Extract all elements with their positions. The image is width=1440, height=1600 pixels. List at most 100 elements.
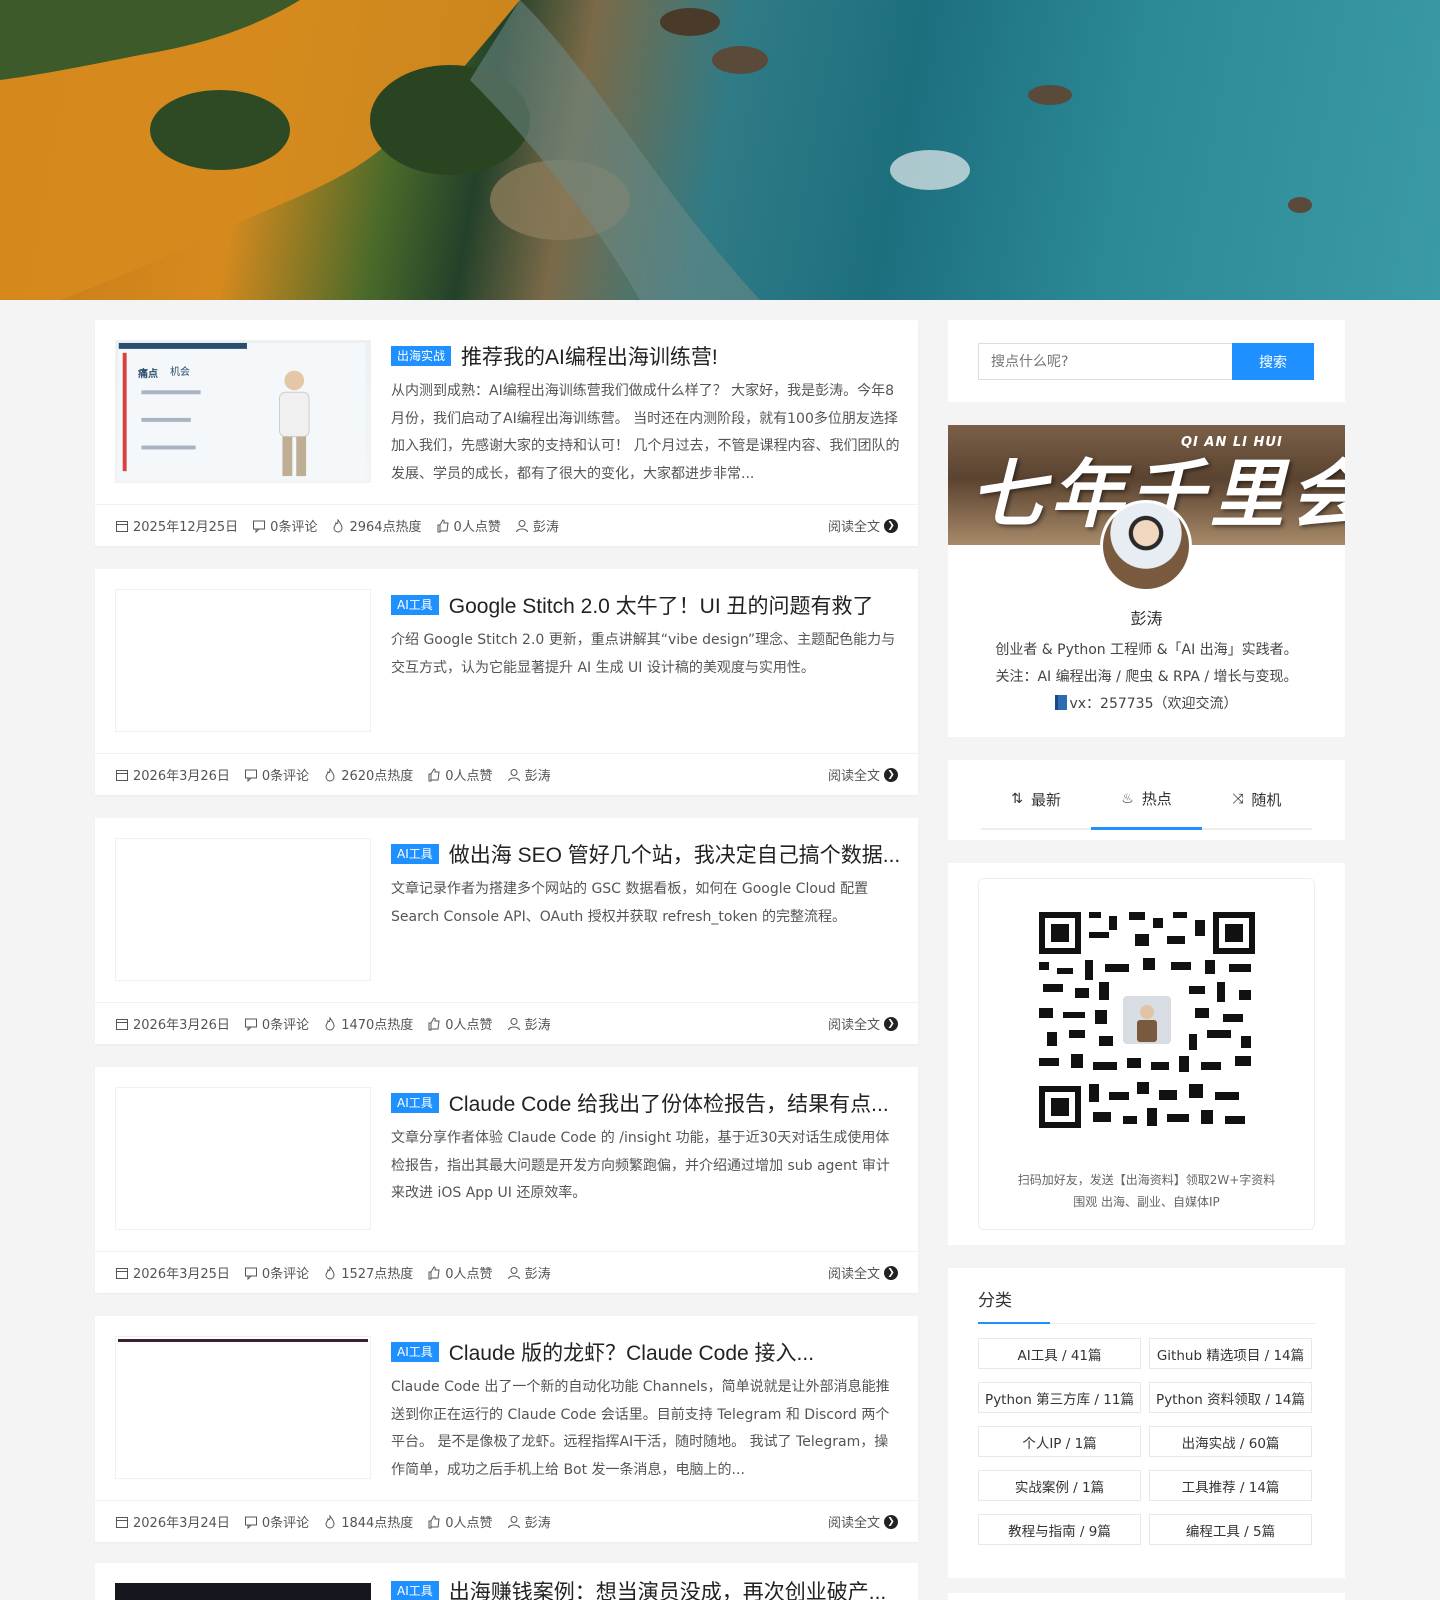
search-button[interactable]: 搜索	[1232, 343, 1314, 380]
avatar[interactable]	[1100, 500, 1192, 592]
read-more-link[interactable]: 阅读全文 ❯	[828, 1263, 898, 1282]
category-heading: 分类	[978, 1288, 1315, 1324]
read-more-link[interactable]: 阅读全文 ❯	[828, 765, 898, 784]
post-title[interactable]: 做出海 SEO 管好几个站，我决定自己搞个数据...	[449, 839, 901, 869]
category-link[interactable]: Python 资料领取 / 14篇	[1149, 1382, 1312, 1413]
post-excerpt: 文章记录作者为搭建多个网站的 GSC 数据看板，如何在 Google Cloud…	[391, 881, 869, 925]
tab-random[interactable]: ⤨ 随机	[1201, 770, 1312, 830]
post-likes[interactable]: 0人点赞	[427, 1263, 493, 1282]
post-hot: 1470点热度	[323, 1014, 413, 1033]
slide-photo	[118, 342, 366, 480]
post-comments[interactable]: 0条评论	[244, 1014, 309, 1033]
post-excerpt: 介绍 Google Stitch 2.0 更新，重点讲解其“vibe desig…	[391, 632, 896, 676]
post-title[interactable]: Claude Code 给我出了份体检报告，结果有点...	[449, 1088, 889, 1118]
post-hot: 2620点热度	[323, 765, 413, 784]
post-author[interactable]: 彭涛	[507, 765, 551, 784]
post-meta: 2026年3月25日 0条评论 1527点热度 0人点赞 彭涛 阅读全文 ❯	[95, 1251, 918, 1293]
post-comments[interactable]: 0条评论	[244, 1263, 309, 1282]
read-more-link[interactable]: 阅读全文 ❯	[828, 516, 898, 535]
comment-icon	[244, 1267, 257, 1280]
profile-description: 创业者 & Python 工程师 &「AI 出海」实践者。 关注：AI 编程出海…	[948, 637, 1345, 718]
calendar-icon	[116, 520, 128, 532]
category-tag[interactable]: AI工具	[391, 1342, 439, 1362]
sort-icon: ⇅	[1011, 791, 1024, 807]
post-hot: 1844点热度	[323, 1512, 413, 1531]
category-link[interactable]: 工具推荐 / 14篇	[1149, 1470, 1312, 1501]
tab-latest[interactable]: ⇅ 最新	[981, 770, 1092, 830]
read-more-link[interactable]: 阅读全文 ❯	[828, 1512, 898, 1531]
post-thumbnail[interactable]	[115, 1087, 371, 1230]
post-author[interactable]: 彭涛	[507, 1263, 551, 1282]
category-link[interactable]: AI工具 / 41篇	[978, 1338, 1141, 1369]
post-title[interactable]: Claude 版的龙虾？Claude Code 接入...	[449, 1337, 814, 1367]
post-author[interactable]: 彭涛	[507, 1014, 551, 1033]
post-excerpt: 文章分享作者体验 Claude Code 的 /insight 功能，基于近30…	[391, 1130, 890, 1201]
post-card[interactable]: AI工具 出海赚钱案例：想当演员没成，再次创业破产...	[95, 1563, 918, 1600]
banner-subtitle: QI AN LI HUI	[1181, 435, 1283, 450]
qr-code-image[interactable]	[1039, 912, 1255, 1128]
calendar-icon	[116, 1516, 128, 1528]
category-tag[interactable]: 出海实战	[391, 346, 452, 366]
category-link[interactable]: 个人IP / 1篇	[978, 1426, 1141, 1457]
post-comments[interactable]: 0条评论	[244, 765, 309, 784]
category-tag[interactable]: AI工具	[391, 1581, 439, 1600]
post-date: 2025年12月25日	[115, 516, 238, 535]
post-excerpt: Claude Code 出了一个新的自动化功能 Channels，简单说就是让外…	[391, 1379, 890, 1478]
sidebar: 搜索 七年千里会 QI AN LI HUI 彭涛 创业者 & Python 工程…	[948, 320, 1345, 1600]
category-link[interactable]: 编程工具 / 5篇	[1149, 1514, 1312, 1545]
post-likes[interactable]: 0人点赞	[427, 1014, 493, 1033]
chevron-right-icon: ❯	[884, 1514, 898, 1529]
post-card[interactable]: AI工具 做出海 SEO 管好几个站，我决定自己搞个数据... 文章记录作者为搭…	[95, 818, 918, 1044]
post-thumbnail[interactable]	[115, 589, 371, 732]
thumbs-up-icon	[428, 1265, 440, 1279]
comment-icon	[244, 769, 257, 782]
post-thumbnail[interactable]	[115, 838, 371, 981]
post-thumbnail[interactable]	[115, 1336, 371, 1479]
post-likes[interactable]: 0人点赞	[427, 1512, 493, 1531]
author-profile-card: 七年千里会 QI AN LI HUI 彭涛 创业者 & Python 工程师 &…	[948, 425, 1345, 737]
calendar-icon	[116, 1018, 128, 1030]
post-comments[interactable]: 0条评论	[244, 1512, 309, 1531]
post-card[interactable]: AI工具 Claude 版的龙虾？Claude Code 接入... Claud…	[95, 1316, 918, 1542]
search-input[interactable]	[978, 343, 1232, 380]
user-icon	[507, 1515, 520, 1528]
post-title[interactable]: Google Stitch 2.0 太牛了！UI 丑的问题有救了	[449, 590, 874, 620]
category-link[interactable]: Github 精选项目 / 14篇	[1149, 1338, 1312, 1369]
calendar-icon	[116, 769, 128, 781]
notebook-icon	[1055, 695, 1068, 710]
category-link[interactable]: 出海实战 / 60篇	[1149, 1426, 1312, 1457]
post-card[interactable]: AI工具 Claude Code 给我出了份体检报告，结果有点... 文章分享作…	[95, 1067, 918, 1293]
category-link[interactable]: 教程与指南 / 9篇	[978, 1514, 1141, 1545]
fire-icon: ♨	[1121, 790, 1134, 807]
calendar-icon	[116, 1267, 128, 1279]
category-tag[interactable]: AI工具	[391, 844, 439, 864]
post-date: 2026年3月26日	[115, 765, 230, 784]
slide-label-pain: 痛点	[138, 369, 158, 380]
post-likes[interactable]: 0人点赞	[436, 516, 501, 535]
read-more-link[interactable]: 阅读全文 ❯	[828, 1014, 898, 1033]
category-widget: 分类 AI工具 / 41篇 Github 精选项目 / 14篇 Python 第…	[948, 1268, 1345, 1578]
category-tag[interactable]: AI工具	[391, 1093, 439, 1113]
post-card[interactable]: 痛点 机会 出海实战 推荐我的AI编程出海训练营! 从内测到成熟：AI编程出海训…	[95, 320, 918, 546]
post-thumbnail[interactable]: 痛点 机会	[115, 340, 371, 483]
post-comments[interactable]: 0条评论	[252, 516, 317, 535]
post-title[interactable]: 出海赚钱案例：想当演员没成，再次创业破产...	[449, 1581, 887, 1600]
shuffle-icon: ⤨	[1232, 791, 1244, 807]
thumbs-up-icon	[428, 767, 440, 781]
post-author[interactable]: 彭涛	[507, 1512, 551, 1531]
post-thumbnail[interactable]	[115, 1583, 371, 1600]
post-author[interactable]: 彭涛	[515, 516, 559, 535]
post-likes[interactable]: 0人点赞	[427, 765, 493, 784]
qr-caption: 扫码加好友，发送【出海资料】领取2W+字资料 围观 出海、副业、自媒体IP	[1017, 1173, 1276, 1209]
category-link[interactable]: Python 第三方库 / 11篇	[978, 1382, 1141, 1413]
fire-icon	[325, 1016, 335, 1030]
post-title[interactable]: 推荐我的AI编程出海训练营!	[461, 341, 718, 371]
comment-icon	[253, 520, 266, 533]
tab-hot[interactable]: ♨ 热点	[1091, 770, 1202, 830]
category-link[interactable]: 实战案例 / 1篇	[978, 1470, 1141, 1501]
category-tag[interactable]: AI工具	[391, 595, 439, 615]
coastline-illustration	[0, 0, 1312, 300]
post-date: 2026年3月26日	[115, 1014, 230, 1033]
post-card[interactable]: AI工具 Google Stitch 2.0 太牛了！UI 丑的问题有救了 介绍…	[95, 569, 918, 795]
post-date: 2026年3月25日	[115, 1263, 230, 1282]
